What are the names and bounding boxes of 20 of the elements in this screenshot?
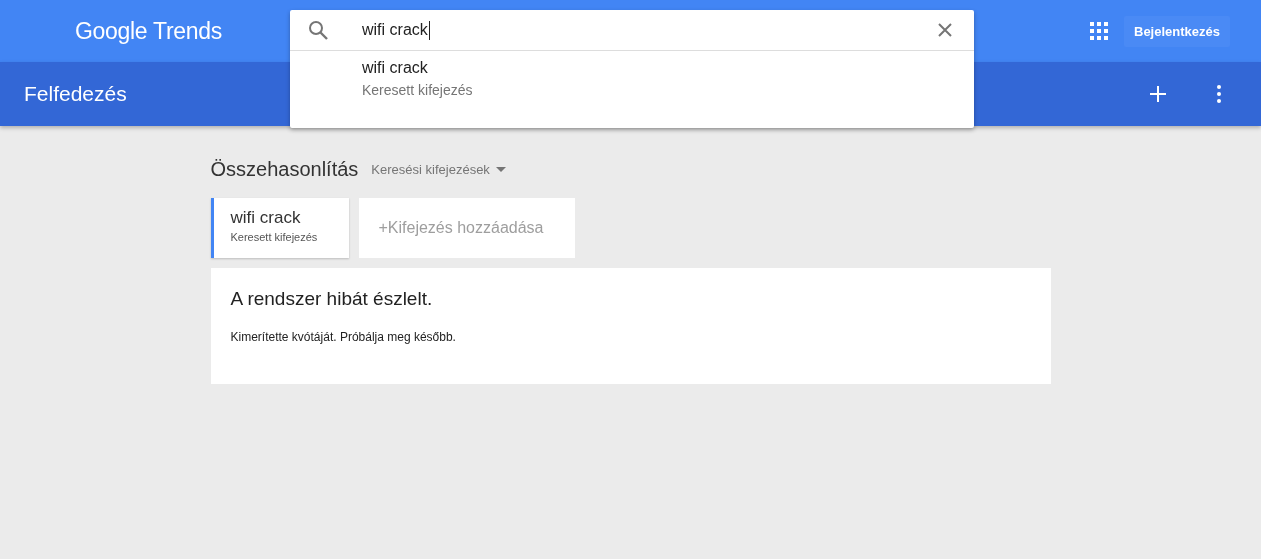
term-card[interactable]: wifi crack Keresett kifejezés (210, 198, 349, 258)
caret-icon (495, 166, 506, 172)
logo[interactable]: Google Trends (75, 17, 222, 45)
add-icon[interactable] (1149, 85, 1167, 103)
search-icon[interactable] (308, 20, 328, 40)
add-term-button[interactable]: +Kifejezés hozzáadása (358, 198, 575, 258)
page-title: Felfedezés (24, 82, 127, 106)
more-icon[interactable] (1217, 85, 1221, 103)
type-dropdown[interactable]: Keresési kifejezések (371, 161, 506, 177)
term-subtitle: Keresett kifejezés (230, 231, 319, 243)
term-title: wifi crack (230, 208, 302, 228)
apps-grid-icon[interactable] (1090, 22, 1108, 40)
suggestion-subtitle: Keresett kifejezés (362, 82, 474, 98)
suggestion-title[interactable]: wifi crack (362, 59, 974, 77)
error-title: A rendszer hibát észlelt. (230, 288, 434, 310)
error-message: Kimerítette kvótáját. Próbálja meg később. (230, 330, 457, 344)
close-icon[interactable] (938, 23, 952, 37)
sign-in-button[interactable]: Bejelentkezés (1124, 15, 1230, 47)
search-field[interactable]: wifi crack (362, 20, 938, 40)
section-title: Összehasonlítás (210, 157, 359, 181)
